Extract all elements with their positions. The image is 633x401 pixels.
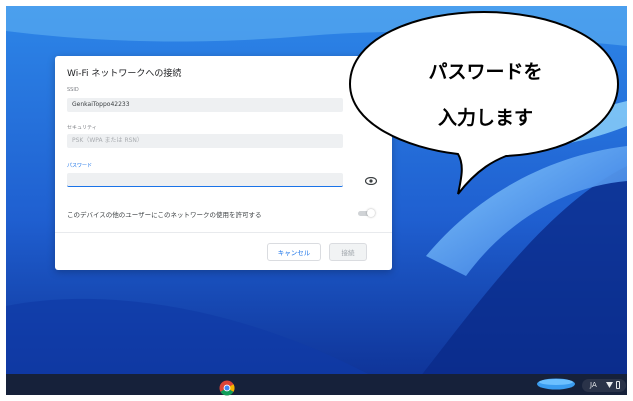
dialog-divider (55, 232, 392, 233)
share-network-label: このデバイスの他のユーザーにこのネットワークの使用を許可する (67, 211, 262, 219)
security-field: PSK（WPA または RSN） (67, 134, 343, 148)
share-network-toggle[interactable] (358, 209, 375, 217)
callout-line-2: 入力します (437, 107, 533, 129)
callout-line-1: パスワードを (428, 61, 543, 83)
wifi-connect-dialog: Wi-Fi ネットワークへの接続 SSID GenkaiToppo42233 セ… (55, 56, 392, 270)
cancel-button[interactable]: キャンセル (267, 243, 321, 261)
language-indicator[interactable]: JA (590, 381, 597, 389)
password-label: パスワード (67, 163, 93, 169)
password-input[interactable] (67, 173, 343, 186)
dialog-title: Wi-Fi ネットワークへの接続 (67, 69, 182, 79)
cloud-icon[interactable] (536, 378, 576, 390)
ssid-label: SSID (67, 87, 79, 93)
shelf (6, 374, 627, 395)
security-label: セキュリティ (67, 125, 97, 131)
password-field (67, 173, 343, 187)
wifi-icon (606, 382, 613, 388)
chrome-icon[interactable] (219, 380, 235, 396)
ssid-field: GenkaiToppo42233 (67, 98, 343, 112)
battery-icon (616, 381, 620, 389)
connect-button[interactable]: 接続 (329, 243, 367, 261)
